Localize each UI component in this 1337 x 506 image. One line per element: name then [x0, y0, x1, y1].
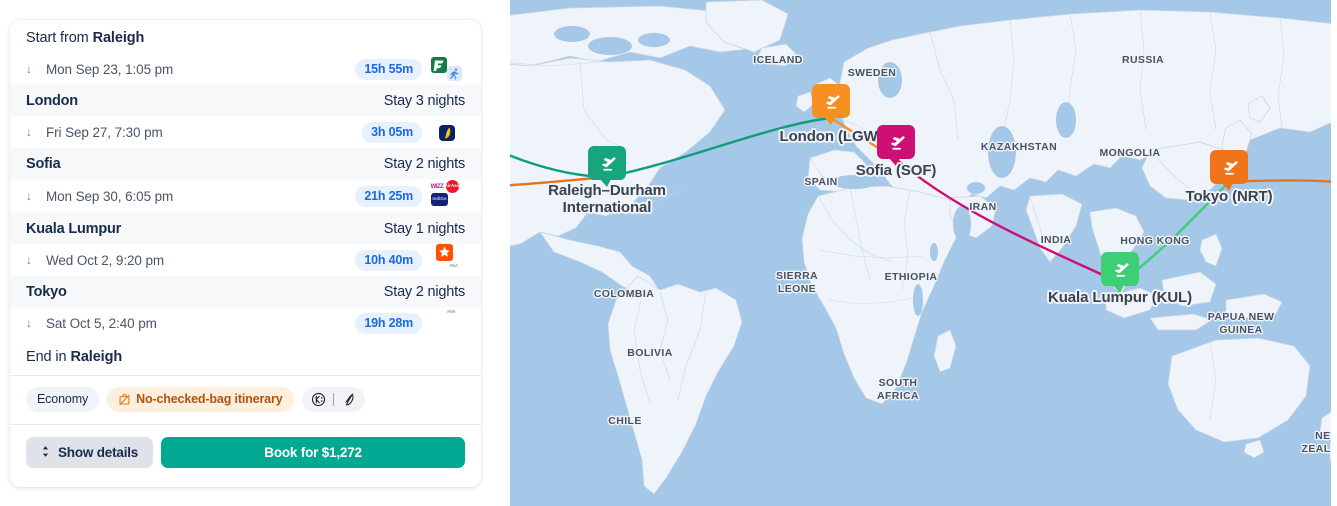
ryanair-harp-icon: [341, 392, 356, 407]
flight-departure-time: Mon Sep 30, 6:05 pm: [46, 188, 174, 204]
itinerary-end-row: End in Raleigh: [10, 339, 481, 375]
stay-city: Kuala Lumpur: [26, 220, 122, 237]
stay-nights: Stay 3 nights: [383, 92, 465, 109]
ana-logo-icon: ANA: [449, 263, 458, 269]
plane-takeoff-icon: [596, 152, 618, 174]
flight-row[interactable]: ↓ Mon Sep 23, 1:05 pm 15h 55m: [10, 53, 481, 85]
down-arrow-icon: ↓: [26, 62, 32, 76]
flight-departure-time: Sat Oct 5, 2:40 pm: [46, 315, 157, 331]
logo-separator: [332, 393, 334, 406]
kiwi-circle-k-icon: [311, 392, 326, 407]
stay-row: Kuala Lumpur Stay 1 nights: [10, 213, 481, 244]
carrier-logos: WIZZ AirAsia IndiGo: [429, 179, 465, 213]
stay-row: London Stay 3 nights: [10, 85, 481, 116]
flight-departure-time: Wed Oct 2, 9:20 pm: [46, 252, 165, 268]
ana-logo-icon: ANA: [446, 309, 456, 315]
stay-city: Sofia: [26, 155, 61, 172]
book-button[interactable]: Book for $1,272: [161, 437, 465, 468]
flight-duration-badge: 10h 40m: [355, 249, 422, 271]
carrier-logos: ANA: [429, 307, 465, 339]
carrier-logos-badge: [301, 387, 365, 412]
flight-row[interactable]: ↓ Fri Sep 27, 7:30 pm 3h 05m: [10, 116, 481, 148]
stay-row: Tokyo Stay 2 nights: [10, 276, 481, 307]
map-pin-rdu[interactable]: [588, 146, 626, 187]
plane-takeoff-icon: [1109, 258, 1131, 280]
carrier-logos: [429, 116, 465, 148]
actions-bar: Show details Book for $1,272: [10, 437, 481, 468]
divider: [10, 424, 481, 425]
indigo-logo-icon: IndiGo: [431, 193, 448, 206]
carrier-logos: [429, 53, 465, 85]
plane-takeoff-icon: [1218, 156, 1240, 178]
stay-nights: Stay 2 nights: [383, 283, 465, 300]
map-geometry: [510, 0, 1337, 506]
stay-city: London: [26, 92, 78, 109]
stay-nights: Stay 2 nights: [383, 155, 465, 172]
stay-city: Tokyo: [26, 283, 67, 300]
down-arrow-icon: ↓: [26, 189, 32, 203]
airasia-logo-icon: AirAsia: [446, 180, 459, 193]
flight-duration-badge: 19h 28m: [355, 312, 422, 334]
map-pin-kul[interactable]: [1101, 252, 1139, 293]
flight-duration-badge: 15h 55m: [355, 58, 422, 80]
route-map[interactable]: ICELAND SWEDEN RUSSIA KAZAKHSTAN MONGOLIA SPA…: [510, 0, 1337, 506]
show-details-button[interactable]: Show details: [26, 437, 154, 468]
jetstar-logo-icon: [436, 244, 453, 261]
flight-row[interactable]: ↓ Sat Oct 5, 2:40 pm 19h 28m ANA: [10, 307, 481, 339]
flight-row[interactable]: ↓ Mon Sep 30, 6:05 pm 21h 25m WIZZ AirAs…: [10, 179, 481, 213]
flight-departure-time: Fri Sep 27, 7:30 pm: [46, 124, 163, 140]
spirit-logo-icon: [447, 66, 462, 81]
plane-takeoff-icon: [885, 131, 907, 153]
crossed-suitcase-icon: [118, 393, 131, 406]
itinerary-card: Start from Raleigh ↓ Mon Sep 23, 1:05 pm…: [10, 20, 481, 487]
map-pin-lgw[interactable]: [812, 84, 850, 125]
wizzair-logo-icon: WIZZ: [429, 181, 445, 192]
no-checked-bag-badge: No-checked-bag itinerary: [107, 387, 294, 412]
carrier-logos: ANA: [429, 244, 465, 276]
itinerary-end-label: End in Raleigh: [26, 349, 123, 365]
down-arrow-icon: ↓: [26, 253, 32, 267]
ryanair-logo-icon: [439, 125, 455, 141]
map-pin-nrt[interactable]: [1210, 150, 1248, 191]
flight-departure-time: Mon Sep 23, 1:05 pm: [46, 61, 174, 77]
no-checked-bag-label: No-checked-bag itinerary: [136, 392, 283, 406]
map-right-border: [1331, 0, 1337, 506]
stay-row: Sofia Stay 2 nights: [10, 148, 481, 179]
plane-takeoff-icon: [820, 90, 842, 112]
flight-duration-badge: 21h 25m: [355, 185, 422, 207]
down-arrow-icon: ↓: [26, 125, 32, 139]
frontier-logo-icon: [431, 57, 447, 73]
badges-bar: Economy No-checked-bag itinerary: [10, 376, 481, 424]
book-button-label: Book for $1,272: [264, 445, 362, 460]
itinerary-start-row: Start from Raleigh: [10, 20, 481, 53]
down-arrow-icon: ↓: [26, 316, 32, 330]
itinerary-start-label: Start from Raleigh: [26, 29, 145, 46]
stay-nights: Stay 1 nights: [383, 220, 465, 237]
flight-duration-badge: 3h 05m: [362, 121, 422, 143]
app-root: Start from Raleigh ↓ Mon Sep 23, 1:05 pm…: [0, 0, 1337, 506]
map-pin-sof[interactable]: [877, 125, 915, 166]
itinerary-segments: Start from Raleigh ↓ Mon Sep 23, 1:05 pm…: [10, 20, 481, 375]
flight-row[interactable]: ↓ Wed Oct 2, 9:20 pm 10h 40m ANA: [10, 244, 481, 276]
cabin-class-badge: Economy: [26, 387, 100, 412]
show-details-label: Show details: [58, 445, 139, 460]
chevron-up-down-icon: [41, 445, 50, 461]
